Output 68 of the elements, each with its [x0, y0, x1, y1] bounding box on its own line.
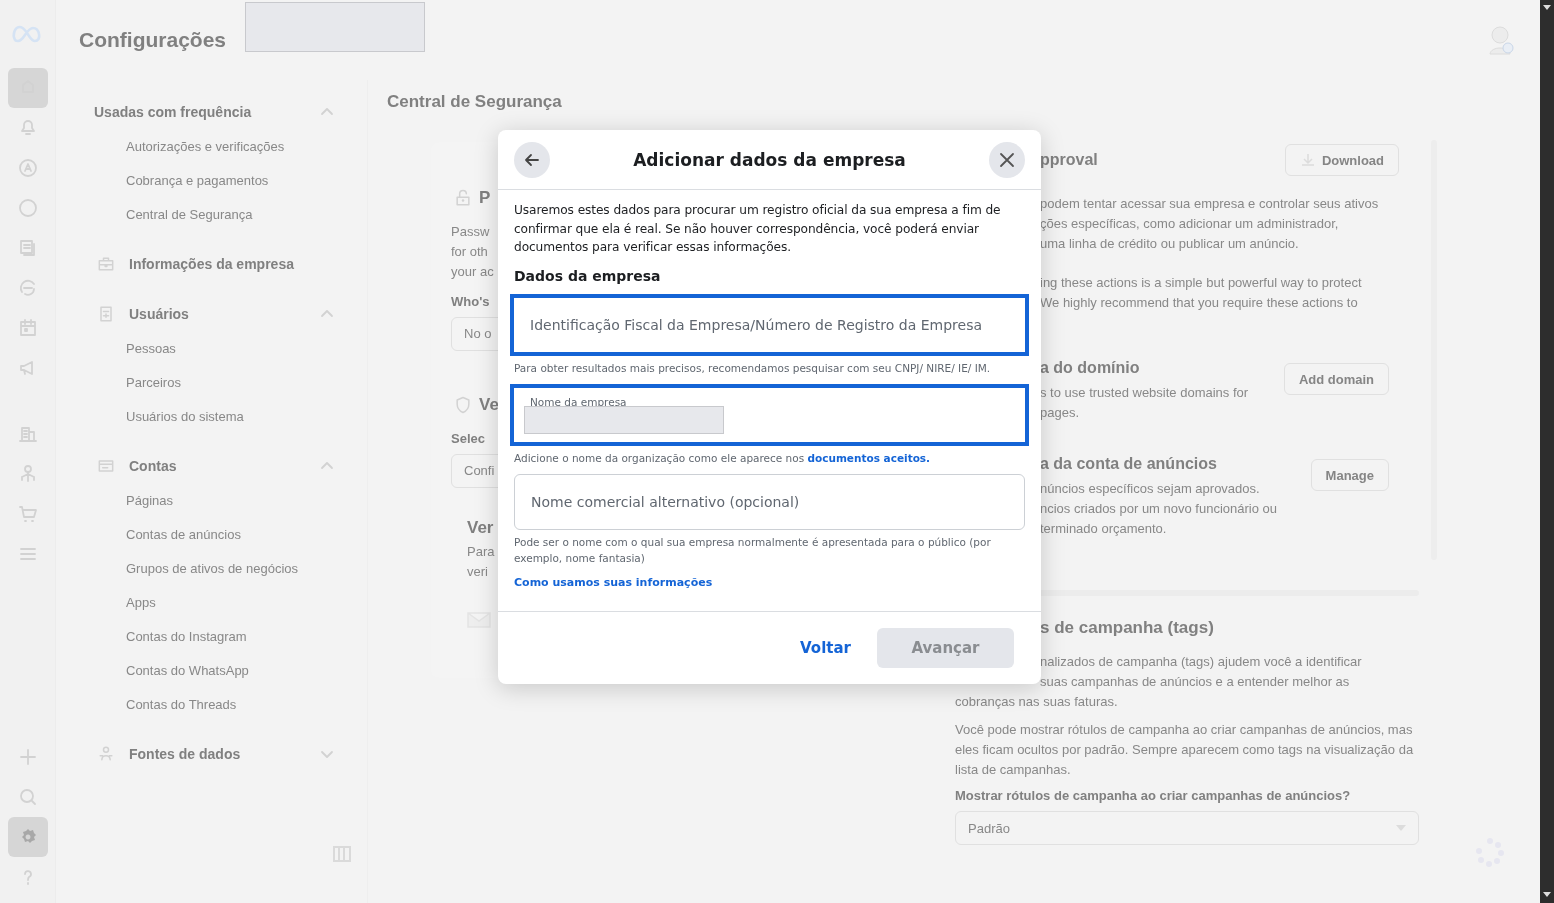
sidebar-item[interactable]: Apps: [94, 586, 367, 620]
input-field[interactable]: Identificação Fiscal da Empresa/Número de Registro da Empresa: [510, 293, 1029, 356]
section-title: Ve: [479, 395, 499, 415]
description-text: podem tentar acessar sua empresa e controlar seus ativos ções específicas, como adicionar um administrador, uma linha de crédito ou publicar um anúncio.: [1040, 195, 1379, 253]
sidebar-item[interactable]: Pessoas: [94, 332, 367, 366]
back-link-button[interactable]: Voltar: [800, 628, 851, 668]
description-text: s to use trusted website domains for pages.: [1040, 384, 1249, 422]
helper-text: Pode ser o nome com o qual sua empresa normalmente é apresentada para o público (por exemplo, nome fantasia): [514, 534, 992, 566]
description-text: nalizados de campanha (tags) ajudem você a identificar suas campanhas de anúncios e a entender melhor as: [1039, 653, 1362, 691]
description-text: cobranças nas suas faturas.: [955, 693, 1118, 711]
sidebar-item[interactable]: Autorizações e verificações: [94, 130, 367, 164]
back-button[interactable]: [514, 141, 550, 178]
sidebar-item[interactable]: Contas do Instagram: [94, 620, 367, 654]
description-text: núncios específicos sejam aprovados. ncios criados por um novo funcionário ou terminado orçamento.: [1040, 480, 1278, 538]
sidebar-item[interactable]: Páginas: [94, 484, 367, 518]
sidebar-item[interactable]: Contas do Threads: [94, 688, 367, 722]
scrollbar[interactable]: [1540, 0, 1554, 903]
section-title: a da conta de anúncios: [1040, 455, 1217, 473]
link[interactable]: Como usamos suas informações: [514, 575, 713, 589]
home-icon[interactable]: [7, 68, 48, 108]
sidebar-item[interactable]: Central de Segurança: [94, 198, 367, 232]
panel-icon[interactable]: [332, 845, 352, 863]
sidebar-item[interactable]: Usuários do sistema: [94, 400, 367, 434]
sidebar-item[interactable]: Contas de anúncios: [94, 518, 367, 552]
link[interactable]: documentos aceitos.: [807, 451, 931, 464]
section-heading[interactable]: Contas: [129, 458, 320, 474]
settings-icon[interactable]: [7, 817, 48, 857]
description-text: ing these actions is a simple but powerful way to protect We highly recommend that you require these actions to: [1040, 274, 1362, 312]
input-field[interactable]: Nome da empresa: [510, 383, 1029, 446]
page-heading: Central de Segurança: [387, 92, 563, 112]
description-text: Passw for oth your ac: [451, 223, 494, 281]
description-text: Você pode mostrar rótulos de campanha ao criar campanhas de anúncios, mas eles ficam ocultos por padrão. Sempre aparecem como tags na visualização da lista de campanhas.: [955, 721, 1415, 779]
close-icon: [998, 150, 1016, 169]
section-heading[interactable]: Usadas com frequência: [94, 104, 320, 120]
page-title: Configurações: [79, 28, 228, 52]
select-field[interactable]: Padrão: [955, 811, 1419, 845]
sidebar-item[interactable]: Parceiros: [94, 366, 367, 400]
field-label: Nome da empresa: [530, 395, 627, 408]
section-title: a do domínio: [1040, 359, 1140, 377]
section-heading[interactable]: Informações da empresa: [129, 256, 334, 272]
select-value: Padrão: [968, 820, 1010, 836]
button[interactable]: Add domain: [1283, 363, 1389, 395]
question-label: Selec: [451, 431, 485, 446]
helper-text: Adicione o nome da organização como ele aparece nos documentos aceitos.: [514, 450, 932, 466]
shield-icon: [453, 395, 473, 415]
dialog-title: Adicionar dados da empresa: [633, 149, 906, 170]
avatar-icon: [1488, 24, 1514, 56]
section-heading: Dados da empresa: [514, 267, 662, 284]
section-title: s de campanha (tags): [1039, 618, 1214, 638]
question-label: Who's: [451, 294, 490, 309]
description-text: Para veri: [467, 543, 495, 581]
envelope-icon: [467, 612, 491, 628]
close-button[interactable]: [989, 141, 1025, 178]
section-title: P: [479, 188, 491, 208]
section-heading[interactable]: Usuários: [129, 306, 320, 322]
section-title: pproval: [1040, 151, 1098, 169]
briefcase-icon: [96, 254, 116, 274]
sidebar-item[interactable]: Grupos de ativos de negócios: [94, 552, 367, 586]
question-label: Mostrar rótulos de campanha ao criar campanhas de anúncios?: [955, 788, 1351, 803]
section-title: Ver: [467, 518, 494, 538]
helper-text: Para obter resultados mais precisos, recomendamos pesquisar com seu CNPJ/ NIRE/ IE/ IM.: [514, 360, 992, 376]
lock-icon: [453, 188, 473, 208]
download-button[interactable]: Download: [1284, 144, 1399, 176]
sidebar-item[interactable]: Contas do WhatsApp: [94, 654, 367, 688]
sidebar-item[interactable]: Cobrança e pagamentos: [94, 164, 367, 198]
button[interactable]: Manage: [1310, 459, 1389, 491]
section-heading[interactable]: Fontes de dados: [129, 746, 320, 762]
description-text: Usaremos estes dados para procurar um registro oficial da sua empresa a fim de confirmar que ela é real. Se não houver correspondência, você poderá enviar documentos para verificar essas informações.: [514, 202, 1002, 256]
